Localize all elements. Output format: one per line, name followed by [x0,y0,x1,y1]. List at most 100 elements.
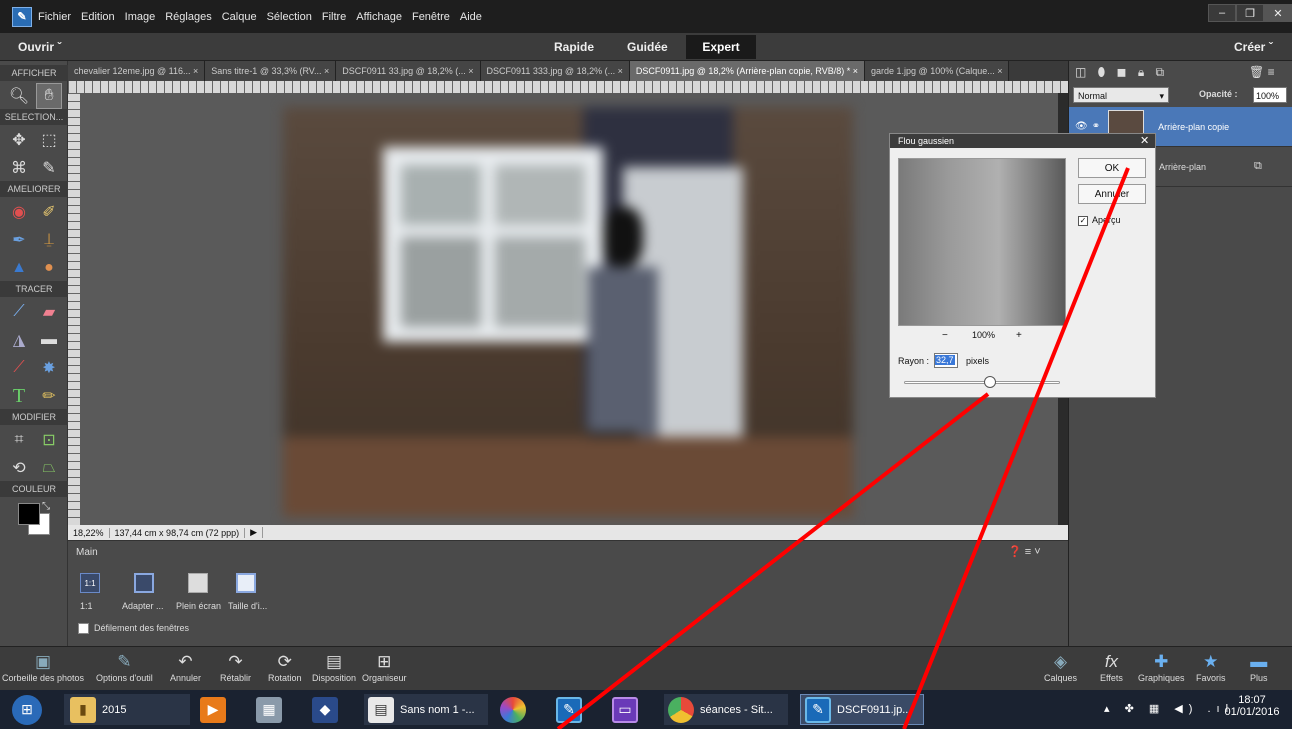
document-icon: ▤ [368,696,394,723]
doc-tab[interactable]: garde 1.jpg @ 100% (Calque... × [865,61,1010,81]
clone-stamp-icon[interactable]: ⍊ [36,227,62,253]
menu-filtre[interactable]: Filtre [322,11,346,23]
layout-button[interactable]: ▤ Disposition [312,651,356,683]
eye-icon[interactable]: 👁︎ [1075,121,1088,132]
quick-selection-icon[interactable]: ✎ [36,155,62,181]
ok-button[interactable]: OK [1078,158,1146,178]
move-tool-icon[interactable]: ✥ [6,127,32,153]
taskbar-item-book[interactable]: ◆ [312,694,344,725]
swap-colors-icon[interactable]: ⤡ [42,501,50,512]
custom-shape-icon[interactable]: ✸ [36,355,62,381]
doc-tab[interactable]: DSCF0911 33.jpg @ 18,2% (... × [336,61,481,81]
rotate-button[interactable]: ⟳ Rotation [268,651,302,683]
link-icon[interactable]: ⚭ [1092,121,1100,132]
tab-expert[interactable]: Expert [686,35,756,59]
status-menu-arrow-icon[interactable]: ▶ [245,527,264,538]
preview-pane[interactable] [898,158,1066,326]
delete-layer-icon[interactable]: 🗑︎ ≡ [1249,65,1275,79]
doc-tab[interactable]: Sans titre-1 @ 33,3% (RV... × [205,61,337,81]
blur-tool-icon[interactable]: ▲ [6,255,32,281]
menu-selection[interactable]: Sélection [267,11,312,23]
smart-brush-icon[interactable]: ✒ [6,227,32,253]
spot-healing-icon[interactable]: ✐ [36,199,62,225]
photo-bin-button[interactable]: ▣ Corbeille des photos [2,651,84,683]
effects-button[interactable]: fx Effets [1100,651,1123,683]
undo-button[interactable]: ↶ Annuler [170,651,201,683]
actual-pixels-button[interactable]: 1:1 [80,573,100,593]
gradient-tool-icon[interactable]: ▬ [36,327,62,353]
layers-button[interactable]: ◈ Calques [1044,651,1077,683]
radius-slider-thumb[interactable] [983,376,996,388]
doc-tab-active[interactable]: DSCF0911.jpg @ 18,2% (Arrière-plan copie… [629,61,866,81]
open-button[interactable]: Ouvrir ˇ [18,40,61,54]
blend-mode-select[interactable]: Normal ▾ [1073,87,1169,103]
fit-screen-button[interactable] [134,573,154,593]
doc-tab[interactable]: DSCF0911 333.jpg @ 18,2% (... × [480,61,630,81]
tab-rapide[interactable]: Rapide [554,40,594,54]
more-button[interactable]: ▬ Plus [1250,651,1268,683]
tool-options-button[interactable]: ✎ Options d'outil [96,651,153,683]
organizer-button[interactable]: ⊞ Organiseur [362,651,407,683]
zoom-tool-icon[interactable]: 🔍︎ [6,83,32,109]
doc-tab[interactable]: chevalier 12eme.jpg @ 116... × [68,61,206,81]
radius-input[interactable]: 32,7 [934,353,958,368]
scroll-windows-checkbox[interactable] [78,623,89,634]
full-screen-button[interactable] [188,573,208,593]
taskbar-item-elements[interactable]: ✎ [556,694,588,725]
foreground-color-swatch[interactable] [18,503,40,525]
print-size-button[interactable] [236,573,256,593]
taskbar-item-premiere[interactable]: ▭ [612,694,644,725]
taskbar-item-chrome[interactable]: séances - Sit... [664,694,788,725]
menu-edition[interactable]: Edition [81,11,115,23]
type-tool-icon[interactable]: T [6,383,32,409]
hand-tool-icon[interactable]: ✋︎ [36,83,62,109]
taskbar-item-photoshop[interactable]: ✎ DSCF0911.jp... [800,694,924,725]
menu-affichage[interactable]: Affichage [356,11,402,23]
pencil-tool-icon[interactable]: ✏ [36,383,62,409]
zoom-readout[interactable]: 18,22% [68,527,110,538]
menu-aide[interactable]: Aide [460,11,482,23]
recompose-tool-icon[interactable]: ⊡ [36,427,62,453]
opacity-input[interactable]: 100% [1253,87,1287,103]
start-button[interactable]: ⊞ [12,694,48,725]
restore-icon[interactable]: ❐ [1236,4,1264,22]
taskbar-item-writer[interactable]: ▤ Sans nom 1 -... [364,694,488,725]
red-eye-tool-icon[interactable]: ◉ [6,199,32,225]
menu-fichier[interactable]: Fichier [38,11,71,23]
close-icon[interactable]: ✕ [1140,134,1149,148]
menu-fenetre[interactable]: Fenêtre [412,11,450,23]
lasso-tool-icon[interactable]: ⌘ [6,155,32,181]
taskbar-item-calculator[interactable]: ▦ [256,694,288,725]
layers-toolbar-icons[interactable]: ◫ ⬮ ◼ 🔒︎ ⧉ [1075,65,1168,80]
crop-tool-icon[interactable]: ⌗ [6,427,32,453]
taskbar-item-picasa[interactable] [500,694,532,725]
help-icon[interactable]: ❓ ≡ ˅ [1008,545,1041,558]
radius-slider-track[interactable] [904,381,1060,384]
minimize-icon[interactable]: – [1208,4,1236,22]
straighten-tool-icon[interactable]: ⏢ [36,455,62,481]
zoom-out-button[interactable]: − [942,330,948,341]
redo-button[interactable]: ↷ Rétablir [220,651,251,683]
menu-reglages[interactable]: Réglages [165,11,211,23]
sponge-tool-icon[interactable]: ● [36,255,62,281]
preview-checkbox[interactable]: ✓ [1078,216,1088,226]
zoom-in-button[interactable]: + [1016,330,1022,341]
eyedropper-icon[interactable]: ⟋ [6,355,32,381]
taskbar-item-player[interactable]: ▶ [200,694,232,725]
graphics-button[interactable]: ✚ Graphiques [1138,651,1185,683]
paint-bucket-icon[interactable]: ◮ [6,327,32,353]
marquee-tool-icon[interactable]: ⬚ [36,127,62,153]
system-tray-icons[interactable]: ▴ ✤ ▦ ◀) .ıl [1104,702,1234,715]
taskbar-item-folder[interactable]: ▮ 2015 [64,694,190,725]
close-icon[interactable]: ✕ [1264,4,1292,22]
content-move-icon[interactable]: ⟲ [6,455,32,481]
favorites-button[interactable]: ★ Favoris [1196,651,1226,683]
eraser-tool-icon[interactable]: ▰ [36,299,62,325]
create-button[interactable]: Créer ˇ [1234,40,1273,54]
cancel-button[interactable]: Annuler [1078,184,1146,204]
tab-guidee[interactable]: Guidée [627,40,668,54]
menu-image[interactable]: Image [125,11,156,23]
menu-calque[interactable]: Calque [222,11,257,23]
clock[interactable]: 18:07 01/01/2016 [1222,694,1282,718]
brush-tool-icon[interactable]: ⟋ [6,299,32,325]
